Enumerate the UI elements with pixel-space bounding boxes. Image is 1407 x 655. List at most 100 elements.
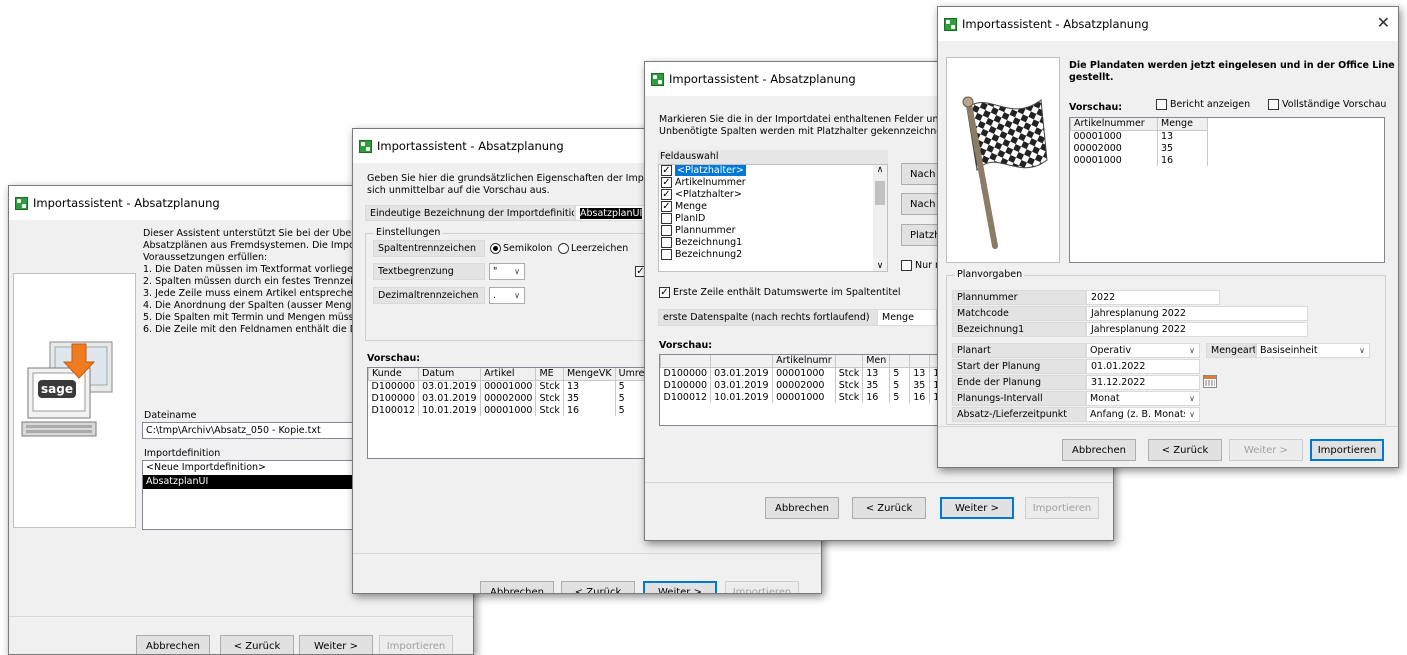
scroll-thumb[interactable]: [875, 181, 885, 205]
scroll-down-icon[interactable]: ∨: [873, 261, 887, 271]
textbegrenzung-combo[interactable]: " ∨: [489, 263, 525, 280]
table-row[interactable]: D100000 03.01.2019 00002000 Stck 35 5: [368, 392, 666, 404]
field-item[interactable]: Bezeichnung2: [659, 249, 887, 261]
column-header[interactable]: Artikelnumr: [772, 355, 836, 368]
field-item[interactable]: ✓ Artikelnummer: [659, 177, 887, 189]
back-button[interactable]: < Zurück: [852, 497, 926, 519]
start-field[interactable]: 01.01.2022: [1086, 359, 1200, 374]
vorschau-label: Vorschau:: [1069, 102, 1123, 113]
title-bar[interactable]: Importassistent - Absatzplanung ✕: [938, 7, 1398, 41]
table-row[interactable]: D10000003.01.201900002000Stck355351: [660, 379, 951, 391]
calendar-icon[interactable]: [1203, 375, 1217, 388]
chevron-down-icon[interactable]: ∨: [1185, 408, 1199, 421]
cell: Stck: [835, 379, 864, 391]
vorschau-grid[interactable]: Artikelnummer Menge 00001000 13 00002000 3…: [1069, 117, 1385, 263]
column-header[interactable]: Kunde: [368, 368, 420, 381]
column-header[interactable]: Men: [862, 355, 891, 368]
dezimaltrenner-combo[interactable]: . ∨: [489, 287, 525, 304]
logo-panel: sage: [13, 273, 136, 528]
import-button[interactable]: Importieren: [725, 581, 799, 593]
chevron-down-icon[interactable]: ∨: [1185, 392, 1199, 405]
bericht-box[interactable]: [1156, 99, 1167, 110]
next-button[interactable]: Weiter >: [643, 581, 717, 593]
importdef-label: Importdefinition: [144, 448, 221, 459]
einstellungen-label: Einstellungen: [374, 227, 443, 238]
chevron-down-icon[interactable]: ∨: [510, 288, 524, 303]
chevron-down-icon[interactable]: ∨: [1355, 344, 1369, 357]
column-header[interactable]: [889, 355, 911, 368]
field-item[interactable]: Plannummer: [659, 225, 887, 237]
vorschau-table: Artikelnummer Menge 00001000 13 00002000 3…: [1070, 118, 1208, 166]
column-header[interactable]: [909, 355, 931, 368]
next-button[interactable]: Weiter >: [299, 635, 373, 654]
next-button[interactable]: Weiter >: [1229, 439, 1303, 461]
field-item[interactable]: ✓ Menge: [659, 201, 887, 213]
next-button[interactable]: Weiter >: [940, 497, 1014, 519]
intervall-label: Planungs-Intervall: [952, 391, 1086, 406]
cell: D100000: [368, 392, 420, 404]
mengeart-combo[interactable]: Basiseinheit ∨: [1256, 343, 1370, 358]
column-header[interactable]: ME: [535, 368, 564, 381]
plannummer-label: Plannummer: [952, 290, 1086, 305]
vorschau-label: Vorschau:: [367, 353, 421, 364]
radio-leerzeichen[interactable]: Leerzeichen: [558, 243, 628, 255]
column-header[interactable]: [710, 355, 774, 368]
table-row[interactable]: D100000 03.01.2019 00001000 Stck 13 5: [368, 380, 666, 392]
radio-leerzeichen-dot[interactable]: [558, 243, 569, 254]
column-header[interactable]: Artikelnummer: [1070, 118, 1158, 131]
cancel-button[interactable]: Abbrechen: [136, 635, 210, 654]
chevron-down-icon[interactable]: ∨: [510, 264, 524, 279]
back-button[interactable]: < Zurück: [561, 581, 635, 593]
matchcode-field[interactable]: Jahresplanung 2022: [1086, 306, 1308, 321]
column-header[interactable]: Menge: [1157, 118, 1208, 131]
field-item[interactable]: Bezeichnung1: [659, 237, 887, 249]
back-button[interactable]: < Zurück: [220, 635, 294, 654]
radio-semikolon-dot[interactable]: [490, 243, 501, 254]
vollstaendig-box[interactable]: [1268, 99, 1279, 110]
field-item[interactable]: ✓ <Platzhalter>: [659, 189, 887, 201]
table-row[interactable]: D10000003.01.201900001000Stck135131: [660, 367, 951, 379]
column-header[interactable]: Datum: [418, 368, 482, 381]
field-item[interactable]: ✓ <Platzhalter>: [659, 165, 887, 177]
field-item[interactable]: PlanID: [659, 213, 887, 225]
cell: 16: [909, 391, 931, 403]
ende-field[interactable]: 31.12.2022: [1086, 375, 1200, 390]
cancel-button[interactable]: Abbrechen: [480, 581, 554, 593]
column-header[interactable]: Artikel: [480, 368, 537, 381]
plannummer-field[interactable]: 2022: [1086, 290, 1220, 305]
import-button[interactable]: Importieren: [1310, 439, 1384, 461]
column-header[interactable]: [660, 355, 712, 368]
feldauswahl-list[interactable]: ✓ <Platzhalter> ✓ Artikelnummer ✓ <Platzhal…: [658, 164, 888, 272]
bezeichnung-value: AbsatzplanUI: [580, 208, 643, 219]
erste-datenspalte-field[interactable]: Menge: [877, 309, 937, 326]
table-row[interactable]: 00002000 35: [1070, 142, 1208, 154]
absatz-combo[interactable]: Anfang (z. B. Monats ∨: [1086, 407, 1200, 422]
import-button[interactable]: Importieren: [1025, 497, 1099, 519]
import-button[interactable]: Importieren: [379, 635, 453, 654]
close-icon[interactable]: ✕: [1377, 15, 1390, 31]
bezeichnung1-field[interactable]: Jahresplanung 2022: [1086, 322, 1308, 337]
vollstaendig-checkbox[interactable]: Vollständige Vorschau: [1268, 99, 1386, 111]
window-title: Importassistent - Absatzplanung: [669, 72, 856, 86]
back-button[interactable]: < Zurück: [1148, 439, 1222, 461]
intro-line-1: Geben Sie hier die grundsätzlichen Eigen…: [367, 173, 682, 184]
scrollbar[interactable]: ∧ ∨: [873, 165, 887, 271]
nur-checkbox-box[interactable]: [901, 260, 912, 271]
cancel-button[interactable]: Abbrechen: [765, 497, 839, 519]
vorschau-grid[interactable]: Artikelnumr Men D100000 03.01.2019 0000100…: [659, 354, 959, 426]
column-header[interactable]: [834, 355, 864, 368]
chevron-down-icon[interactable]: ∨: [1185, 344, 1199, 357]
erste-zeile-checkbox[interactable]: ✓ Erste Zeile enthält Datumswerte im Spal…: [659, 287, 901, 299]
cancel-button[interactable]: Abbrechen: [1062, 439, 1136, 461]
scroll-up-icon[interactable]: ∧: [873, 165, 887, 175]
erste-zeile-box[interactable]: ✓: [659, 287, 670, 298]
table-row[interactable]: 00001000 16: [1070, 154, 1208, 166]
table-row[interactable]: D10001210.01.201900001000Stck165161: [660, 391, 951, 403]
table-row[interactable]: 00001000 13: [1070, 130, 1208, 142]
table-row[interactable]: D100012 10.01.2019 00001000 Stck 16 5: [368, 404, 666, 416]
radio-semikolon[interactable]: Semikolon: [490, 243, 552, 255]
column-header[interactable]: MengeVK: [562, 368, 616, 381]
planart-combo[interactable]: Operativ ∨: [1086, 343, 1200, 358]
intervall-combo[interactable]: Monat ∨: [1086, 391, 1200, 406]
bericht-checkbox[interactable]: Bericht anzeigen: [1156, 99, 1250, 111]
